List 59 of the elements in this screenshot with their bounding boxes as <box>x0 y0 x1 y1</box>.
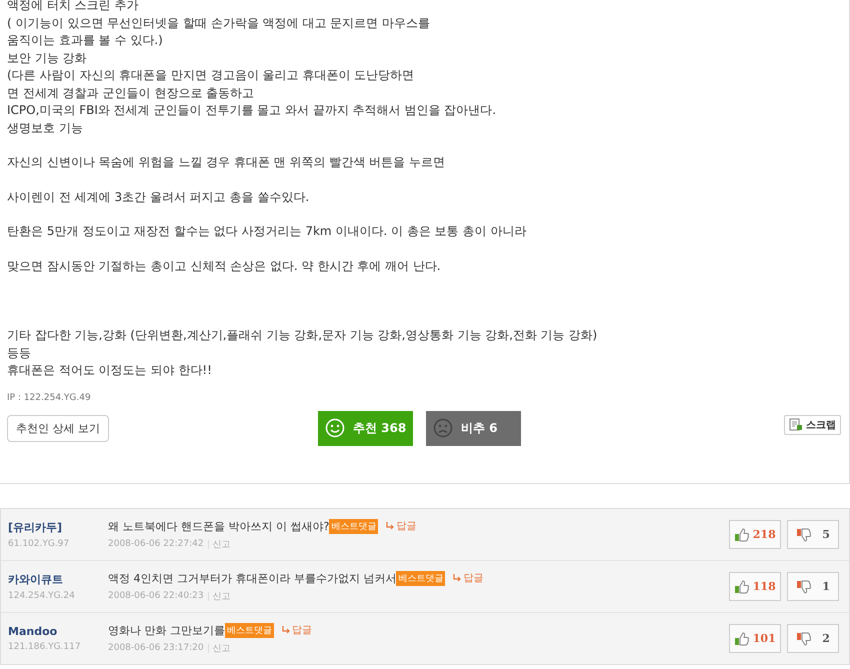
dislike-button[interactable]: 2 <box>787 624 839 653</box>
body-text: 움직이는 효과를 볼 수 있다.) <box>7 32 164 49</box>
comment-author[interactable]: [유리카두] <box>8 520 108 535</box>
body-text: ICPO,미국의 FBI와 전세계 군인들이 전투기를 몰고 와서 끝까지 추적해서 범인을 잡아낸다. <box>7 102 498 119</box>
thumbs-down-icon <box>796 578 812 594</box>
like-button[interactable]: 101 <box>729 624 781 653</box>
ip-address: 124.254.YG.24 <box>8 591 76 601</box>
body-text: (다른 사람이 자신의 휴대폰을 만지면 경고음이 울리고 휴대폰이 도난당하면 <box>7 67 416 84</box>
oppose-button[interactable]: 비추 6 <box>426 410 521 446</box>
body-text: 등등 <box>7 344 32 362</box>
body-text: 사이렌이 전 세계에 3초간 울려서 퍼지고 총을 쏠수있다. <box>7 188 310 206</box>
ip-address: 61.102.YG.97 <box>8 539 70 549</box>
document-icon <box>789 418 803 431</box>
dislike-button[interactable]: 5 <box>787 520 839 549</box>
like-button[interactable]: 118 <box>729 572 781 601</box>
reply-link[interactable]: 답글 <box>282 623 312 637</box>
body-text: 자신의 신변이나 목숨에 위험을 느낄 경우 휴대폰 맨 위쪽의 빨간색 버튼을 누르면 <box>7 154 446 171</box>
thumbs-up-icon <box>734 526 750 542</box>
reply-link[interactable]: 답글 <box>386 519 416 533</box>
reply-arrow-icon <box>282 626 290 634</box>
like-button[interactable]: 218 <box>729 520 781 549</box>
ip-address: 121.186.YG.117 <box>8 642 82 652</box>
body-text: 맞으면 잠시동안 기절하는 총이고 신체적 손상은 없다. 약 한시간 후에 깨어 난다. <box>7 258 442 274</box>
reply-arrow-icon <box>453 574 462 582</box>
body-text: 탄환은 5만개 정도이고 재장전 할수는 없다 사정거리는 7km 이내이다. 이 총은 보통 총이 아니라 <box>7 223 528 240</box>
thumbs-down-icon <box>796 630 812 646</box>
reply-arrow-icon <box>386 522 394 530</box>
report-link[interactable]: 신고 <box>212 642 231 654</box>
body-text: 기타 잡다한 기능,강화 (단위변환,계산기,플래쉬 기능 강화,문자 기능 강화,영상통화 기능 강화,전화 기능 강화) <box>7 327 598 344</box>
frown-icon <box>433 418 453 438</box>
ip-address: IP : 122.254.YG.49 <box>7 392 92 402</box>
scrap-button[interactable]: 스크랩 <box>784 414 841 434</box>
body-text: 액정에 터치 스크린 추가 <box>7 0 140 14</box>
thumbs-down-icon <box>796 526 812 542</box>
comment-date: 2008-06-06 22:40:23 <box>108 591 204 601</box>
comment-author[interactable]: Mandoo <box>8 625 108 638</box>
report-link[interactable]: 신고 <box>212 538 231 550</box>
thumbs-up-icon <box>734 578 750 594</box>
body-text: 면 전세계 경찰과 군인들이 현장으로 출동하고 <box>7 84 256 102</box>
recommend-button[interactable]: 추천 368 <box>318 410 413 446</box>
comment-text: 액정 4인치면 그거부터가 휴대폰이라 부를수가없지 넘커서 <box>108 570 396 586</box>
comment-date: 2008-06-06 22:27:42 <box>108 539 204 549</box>
smile-icon <box>325 418 345 438</box>
comment-author[interactable]: 카와이큐트 <box>8 572 108 587</box>
best-comment-badge: 베스트댓글 <box>396 570 446 586</box>
reply-link[interactable]: 답글 <box>453 571 484 585</box>
body-text: 생명보호 기능 <box>7 120 84 136</box>
best-comment-badge: 베스트댓글 <box>225 622 274 638</box>
body-text: 휴대폰은 적어도 이정도는 되야 한다!! <box>7 362 213 379</box>
comment-date: 2008-06-06 23:17:20 <box>108 643 204 653</box>
recommenders-button[interactable]: 추천인 상세 보기 <box>7 414 109 442</box>
dislike-button[interactable]: 1 <box>787 572 839 601</box>
body-text: ( 이기능이 있으면 무선인터넷을 할때 손가락을 액정에 대고 문지르면 마우스를 <box>7 14 432 32</box>
body-text: 보안 기능 강화 <box>7 50 88 66</box>
report-link[interactable]: 신고 <box>212 590 231 602</box>
comment-text: 왜 노트북에다 핸드폰을 박아쓰지 이 썹새야? <box>108 518 330 534</box>
comment-text: 영화나 만화 그만보기를 <box>108 622 225 638</box>
best-comment-badge: 베스트댓글 <box>329 518 378 534</box>
thumbs-up-icon <box>734 630 750 646</box>
